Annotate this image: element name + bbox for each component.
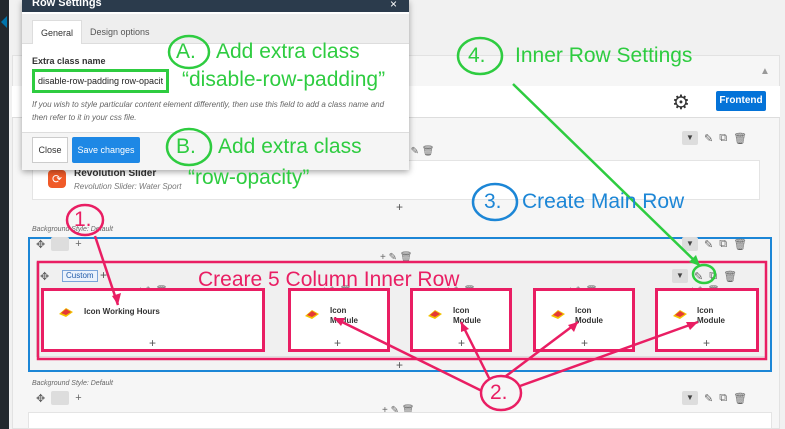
annotation-b-text: Add extra class — [218, 135, 362, 158]
annotation-b-letter: B. — [176, 135, 196, 158]
annotation-4-letter: 4. — [468, 44, 486, 67]
annotation-a-text: Add extra class — [216, 40, 360, 63]
annotation-3-letter: 3. — [484, 190, 502, 213]
annotation-3-text: Create Main Row — [522, 190, 685, 213]
annotation-a-letter: A. — [176, 40, 196, 63]
annotation-b-sub: “row-opacity” — [188, 166, 310, 189]
annotation-2-letter: 2. — [490, 381, 508, 404]
annotation-inner-row-text: Creare 5 Column Inner Row — [198, 268, 460, 291]
annotation-1-letter: 1. — [74, 208, 92, 231]
annotation-4-text: Inner Row Settings — [515, 44, 693, 67]
annotation-circle-pencil — [691, 263, 717, 285]
annotation-a-sub: “disable-row-padding” — [182, 68, 386, 91]
